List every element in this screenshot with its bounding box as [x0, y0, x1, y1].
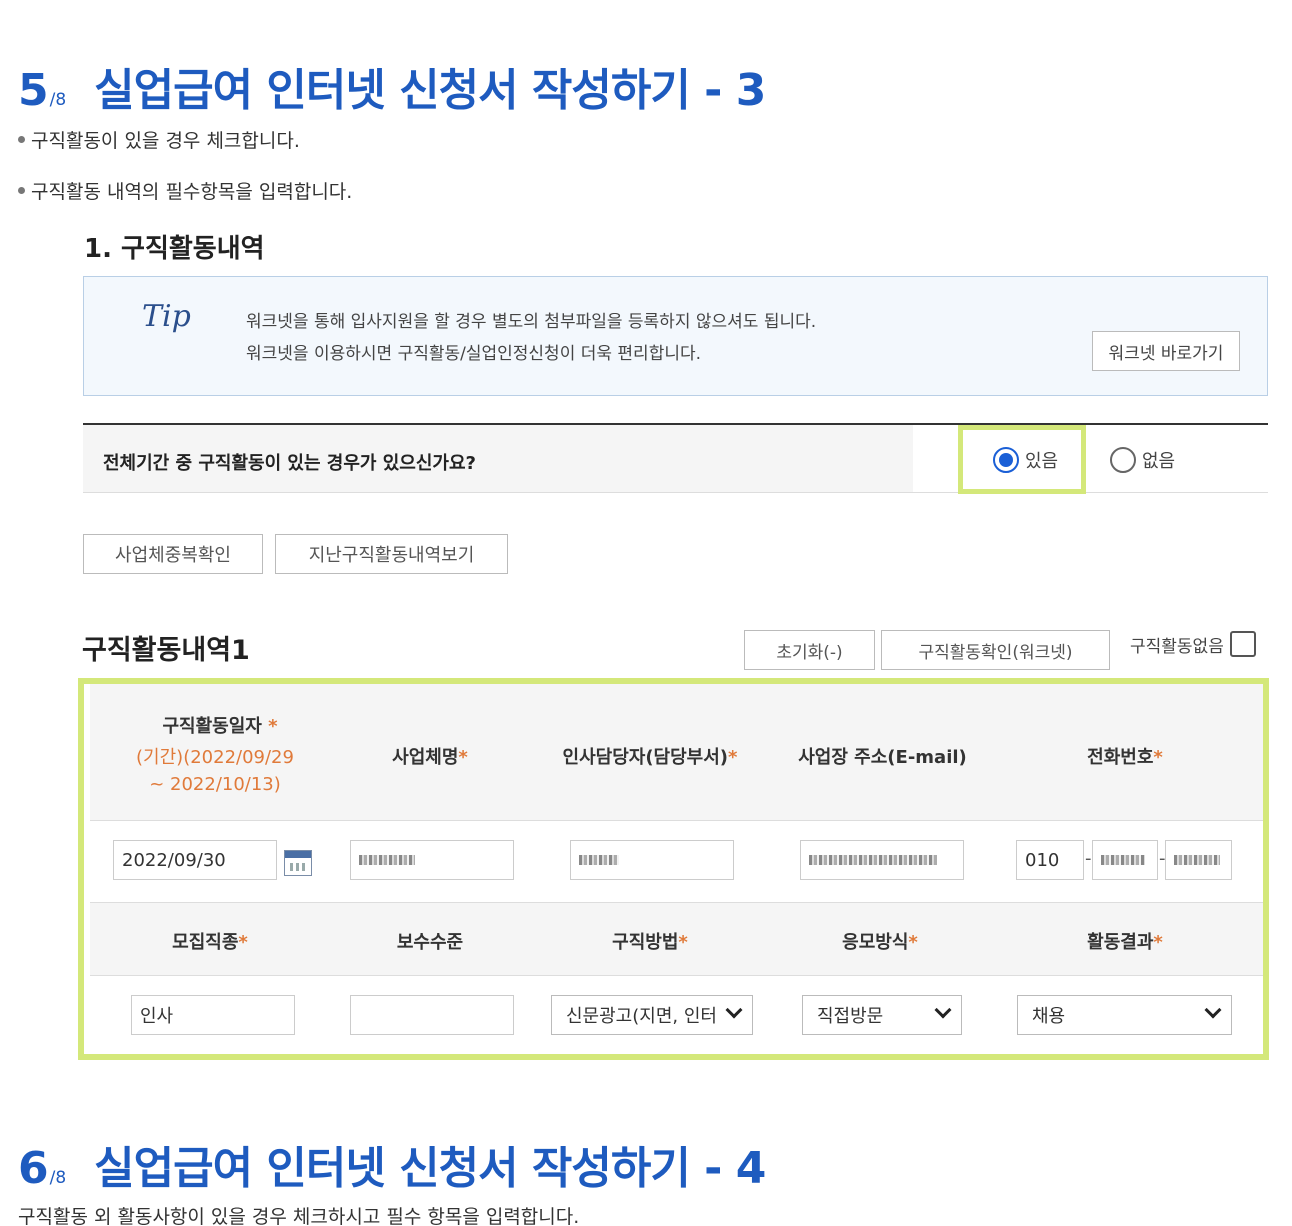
date-period: (기간)(2022/09/29 [136, 747, 294, 768]
col-header-address: 사업장 주소(E-mail) [798, 747, 967, 768]
section-title: 1. 구직활동내역 [84, 234, 265, 264]
tip-line: 워크넷을 이용하시면 구직활동/실업인정신청이 더욱 편리합니다. [246, 344, 702, 364]
worknet-confirm-button[interactable]: 구직활동확인(워크넷) [881, 630, 1110, 670]
salary-input[interactable] [350, 995, 514, 1035]
chevron-down-icon [934, 1001, 952, 1019]
address-input[interactable] [800, 840, 964, 880]
step-total: /8 [49, 1168, 67, 1188]
job-input[interactable]: 인사 [131, 995, 295, 1035]
radio-unchecked-icon[interactable] [1110, 447, 1136, 473]
col-header-method: 구직방법* [612, 932, 688, 953]
tip-box: Tip 워크넷을 통해 입사지원을 할 경우 별도의 첨부파일을 등록하지 않으… [83, 276, 1268, 396]
question-label: 전체기간 중 구직활동이 있는 경우가 있으신가요? [103, 453, 476, 474]
duplicate-check-button[interactable]: 사업체중복확인 [83, 534, 263, 574]
col-header-company: 사업체명* [392, 747, 468, 768]
checkbox-icon[interactable] [1229, 631, 1256, 657]
col-header-salary: 보수수준 [396, 932, 464, 953]
manager-input[interactable] [570, 840, 734, 880]
reset-button[interactable]: 초기화(-) [744, 630, 875, 670]
col-header-result: 활동결과* [1087, 932, 1163, 953]
phone2-input[interactable] [1092, 840, 1158, 880]
phone3-input[interactable] [1165, 840, 1232, 880]
apply-select[interactable]: 직접방문 [802, 995, 962, 1035]
bullet-dot-icon [18, 187, 25, 194]
step6-text: 구직활동 외 활동사항이 있을 경우 체크하시고 필수 항목을 입력합니다. [18, 1206, 580, 1226]
date-input[interactable]: 2022/09/30 [113, 840, 277, 880]
step-title: 실업급여 인터넷 신청서 작성하기 - 4 [94, 1143, 766, 1194]
chevron-down-icon [725, 1001, 743, 1019]
step-total: /8 [49, 90, 67, 110]
company-input[interactable] [350, 840, 514, 880]
past-history-button[interactable]: 지난구직활동내역보기 [275, 534, 508, 574]
activity-question-row: 전체기간 중 구직활동이 있는 경우가 있으신가요? 있음 없음 [83, 423, 1268, 493]
phone1-input[interactable]: 010 [1016, 840, 1084, 880]
tip-line: 워크넷을 통해 입사지원을 할 경우 별도의 첨부파일을 등록하지 않으셔도 됩… [246, 312, 817, 332]
worknet-shortcut-button[interactable]: 워크넷 바로가기 [1092, 331, 1240, 371]
tip-icon: Tip [142, 299, 191, 334]
col-header-apply: 응모방식* [842, 932, 918, 953]
col-header-date: 구직활동일자 * [162, 716, 278, 737]
activity-title: 구직활동내역1 [82, 635, 250, 666]
col-header-job: 모집직종* [172, 932, 248, 953]
method-select[interactable]: 신문광고(지면, 인터 [551, 995, 753, 1035]
no-activity-checkbox[interactable]: 구직활동없음 [1130, 631, 1256, 657]
bullet-item: 구직활동이 있을 경우 체크합니다. [18, 126, 300, 153]
highlight-frame [958, 425, 1086, 494]
col-header-phone: 전화번호* [1087, 747, 1163, 768]
step-number: 6 [18, 1143, 49, 1194]
result-select[interactable]: 채용 [1017, 995, 1232, 1035]
bullet-dot-icon [18, 136, 25, 143]
step5-heading: 5 /8 실업급여 인터넷 신청서 작성하기 - 3 [18, 54, 766, 118]
calendar-icon[interactable] [284, 850, 312, 876]
chevron-down-icon [1204, 1001, 1222, 1019]
step6-heading: 6 /8 실업급여 인터넷 신청서 작성하기 - 4 [18, 1132, 766, 1196]
step-number: 5 [18, 65, 49, 116]
radio-no[interactable]: 없음 [1110, 447, 1175, 473]
date-period: ~ 2022/10/13) [149, 774, 281, 795]
bullet-item: 구직활동 내역의 필수항목을 입력합니다. [18, 177, 352, 204]
col-header-manager: 인사담당자(담당부서)* [562, 747, 738, 768]
step-title: 실업급여 인터넷 신청서 작성하기 - 3 [94, 65, 766, 116]
